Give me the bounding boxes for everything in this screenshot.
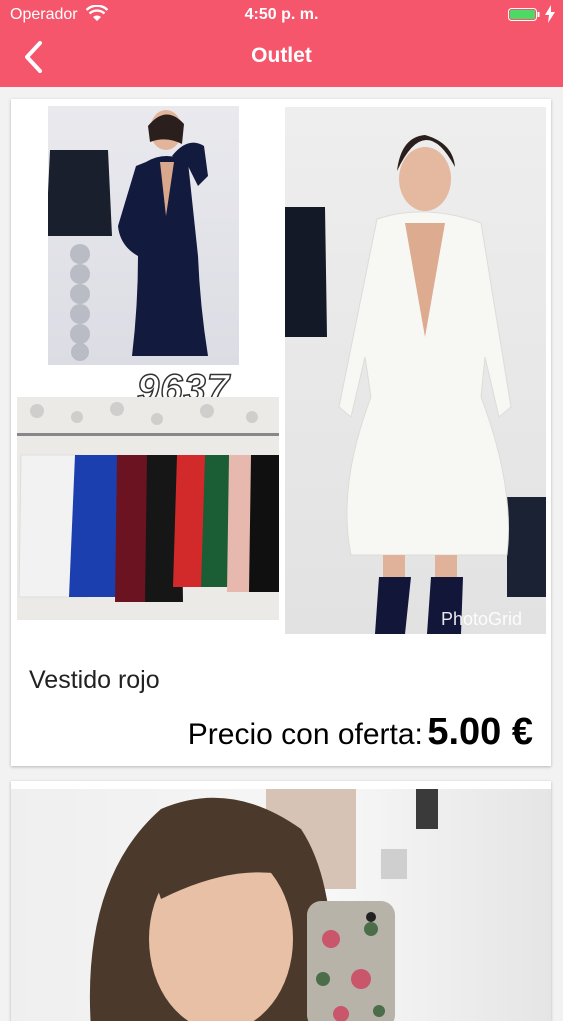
status-bar: Operador 4:50 p. m. — [0, 0, 563, 30]
price-row: Precio con oferta: 5.00 € — [188, 711, 533, 754]
app-header: Operador 4:50 p. m. Outlet — [0, 0, 563, 87]
clock: 4:50 p. m. — [244, 6, 319, 23]
product-photo-color-rack — [17, 397, 279, 620]
product-photo-white-dress: PhotoGrid — [285, 107, 546, 634]
charging-icon — [545, 5, 555, 23]
photo-watermark: PhotoGrid — [441, 609, 523, 629]
product-name: Vestido rojo — [29, 666, 160, 694]
product-photo-selfie — [11, 789, 551, 1021]
product-card[interactable] — [11, 781, 551, 1021]
price-label: Precio con oferta: — [187, 718, 423, 751]
product-card[interactable]: 9637 PhotoGrid Vestido rojo Precio con o… — [11, 99, 551, 766]
product-photo-navy-dress — [48, 106, 239, 365]
price-value: 5.00 € — [427, 711, 533, 753]
page-title: Outlet — [251, 44, 312, 67]
battery-icon — [508, 8, 540, 21]
